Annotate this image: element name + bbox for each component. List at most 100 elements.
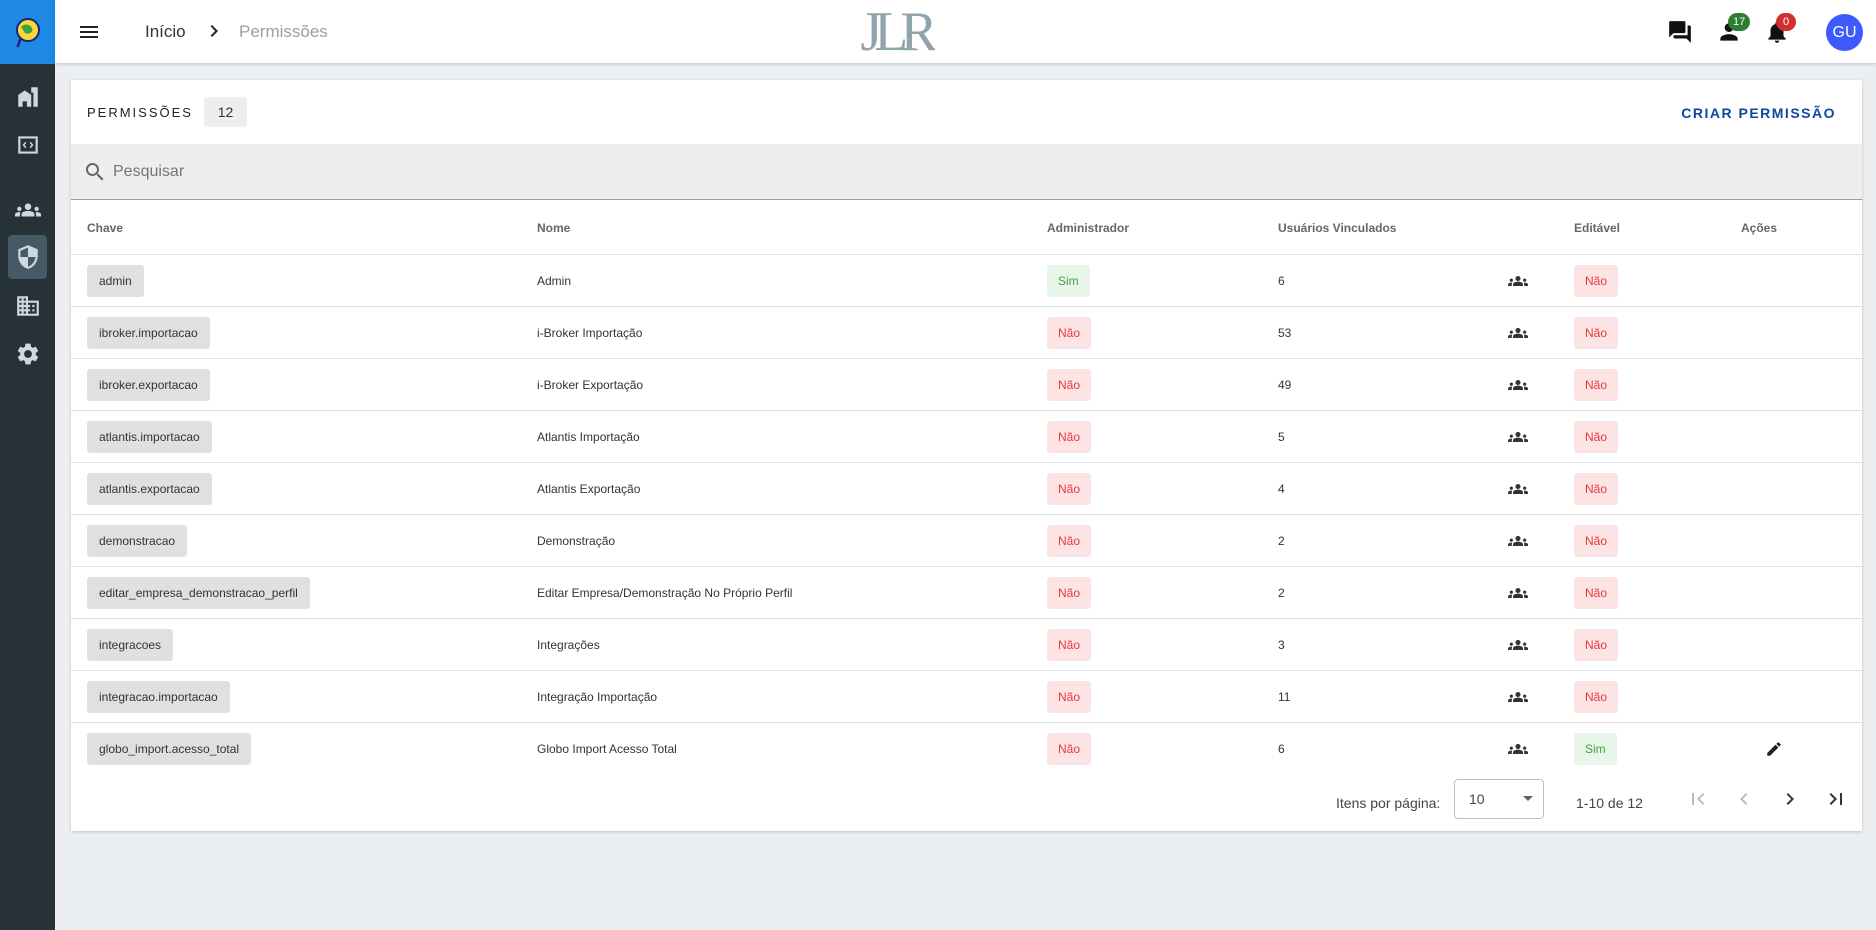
edit-icon[interactable] (1765, 723, 1783, 775)
table-row[interactable]: integracao.importacao Integração Importa… (71, 671, 1862, 723)
first-page-button[interactable] (1686, 787, 1710, 811)
business-icon (16, 296, 39, 316)
permission-name: Atlantis Importação (537, 430, 640, 444)
admin-status-chip: Não (1047, 629, 1092, 661)
group-icon[interactable] (1508, 515, 1528, 567)
group-icon[interactable] (1508, 671, 1528, 723)
editable-status-chip: Não (1574, 525, 1619, 557)
permission-name: Globo Import Acesso Total (537, 742, 677, 756)
linked-users-count: 6 (1278, 274, 1285, 288)
caret-down-icon (1523, 796, 1533, 801)
chevron-right-icon (1786, 793, 1794, 805)
permission-key-chip: ibroker.importacao (87, 317, 210, 349)
column-header-admin[interactable]: Administrador (1047, 221, 1129, 235)
linked-users-count: 49 (1278, 378, 1292, 392)
table-row[interactable]: ibroker.exportacao i-Broker Exportação N… (71, 359, 1862, 411)
admin-status-chip: Não (1047, 681, 1092, 713)
linked-users-count: 2 (1278, 586, 1285, 600)
linked-users-count: 5 (1278, 430, 1285, 444)
permission-name: Integração Importação (537, 690, 658, 704)
group-icon[interactable] (1508, 567, 1528, 619)
last-page-button[interactable] (1824, 787, 1848, 811)
brand-logo: JLR (860, 1, 935, 62)
permission-name: i-Broker Exportação (537, 378, 644, 392)
page-range-label: 1-10 de 12 (1576, 795, 1643, 811)
permission-key-chip: editar_empresa_demonstracao_perfil (87, 577, 310, 609)
table-row[interactable]: atlantis.exportacao Atlantis Exportação … (71, 463, 1862, 515)
items-per-page-label: Itens por página: (1336, 795, 1441, 811)
search-icon (83, 160, 107, 184)
sidebar-item-permissions[interactable] (8, 235, 47, 279)
column-header-editable[interactable]: Editável (1574, 221, 1620, 235)
sidebar-item-companies[interactable] (8, 284, 47, 328)
table-row[interactable]: admin Admin Sim 6 Não (71, 255, 1862, 307)
forum-icon (1669, 21, 1691, 43)
admin-status-chip: Não (1047, 525, 1092, 557)
admin-status-chip: Não (1047, 317, 1092, 349)
table-header: Chave Nome Administrador Usuários Vincul… (71, 201, 1862, 255)
notifications-button[interactable]: 0 (1764, 13, 1796, 45)
table-row[interactable]: ibroker.importacao i-Broker Importação N… (71, 307, 1862, 359)
table-row[interactable]: atlantis.importacao Atlantis Importação … (71, 411, 1862, 463)
sidebar-item-settings[interactable] (8, 332, 47, 376)
linked-users-count: 53 (1278, 326, 1292, 340)
column-header-name[interactable]: Nome (537, 221, 570, 235)
editable-status-chip: Não (1574, 473, 1619, 505)
group-icon[interactable] (1508, 619, 1528, 671)
editable-status-chip: Não (1574, 681, 1619, 713)
admin-status-chip: Não (1047, 421, 1092, 453)
table-row[interactable]: globo_import.acesso_total Globo Import A… (71, 723, 1862, 775)
permissions-card: PERMISSÕES 12 CRIAR PERMISSÃO Chave Nome… (71, 80, 1862, 831)
table-row[interactable]: integracoes Integrações Não 3 Não (71, 619, 1862, 671)
editable-status-chip: Não (1574, 577, 1619, 609)
editable-status-chip: Não (1574, 265, 1619, 297)
items-per-page-value: 10 (1469, 791, 1485, 807)
sidebar-item-code[interactable] (8, 123, 47, 167)
avatar[interactable]: GU (1826, 14, 1863, 51)
count-badge: 12 (204, 97, 247, 127)
column-header-users[interactable]: Usuários Vinculados (1278, 221, 1396, 235)
linked-users-count: 11 (1278, 690, 1291, 704)
items-per-page-select[interactable]: 10 (1454, 779, 1544, 819)
table-row[interactable]: editar_empresa_demonstracao_perfil Edita… (71, 567, 1862, 619)
editable-status-chip: Não (1574, 629, 1619, 661)
globe-logo-icon (15, 18, 40, 48)
chat-button[interactable] (1667, 19, 1693, 45)
admin-status-chip: Não (1047, 369, 1092, 401)
table-row[interactable]: demonstracao Demonstração Não 2 Não (71, 515, 1862, 567)
group-icon[interactable] (1508, 255, 1528, 307)
editable-status-chip: Não (1574, 317, 1619, 349)
group-icon[interactable] (1508, 307, 1528, 359)
previous-page-button[interactable] (1732, 787, 1756, 811)
next-page-button[interactable] (1778, 787, 1802, 811)
group-icon[interactable] (1508, 411, 1528, 463)
breadcrumb-home[interactable]: Início (145, 22, 186, 42)
group-icon[interactable] (1508, 463, 1528, 515)
editable-status-chip: Não (1574, 421, 1619, 453)
permission-key-chip: ibroker.exportacao (87, 369, 210, 401)
menu-button[interactable] (77, 20, 101, 44)
search-input[interactable] (113, 154, 1813, 190)
column-header-key[interactable]: Chave (87, 221, 123, 235)
sidebar (0, 0, 55, 930)
page-title: PERMISSÕES (87, 105, 193, 120)
contacts-badge: 17 (1728, 13, 1751, 31)
permission-name: i-Broker Importação (537, 326, 643, 340)
group-icon[interactable] (1508, 723, 1528, 775)
group-icon[interactable] (1508, 359, 1528, 411)
sidebar-item-users[interactable] (8, 188, 47, 232)
hamburger-icon (80, 26, 98, 38)
top-bar: Início Permissões JLR 17 0 GU (55, 0, 1876, 64)
linked-users-count: 4 (1278, 482, 1285, 496)
permission-name: Editar Empresa/Demonstração No Próprio P… (537, 586, 793, 600)
create-permission-button[interactable]: CRIAR PERMISSÃO (1681, 105, 1836, 121)
contacts-button[interactable]: 17 (1716, 13, 1751, 45)
shield-icon (17, 245, 38, 269)
sidebar-item-dashboard[interactable] (8, 75, 47, 119)
admin-status-chip: Sim (1047, 265, 1090, 297)
last-page-icon (1829, 793, 1842, 805)
table-body: admin Admin Sim 6 Não ibroker.importacao… (71, 255, 1862, 775)
code-window-icon (17, 136, 38, 154)
app-logo[interactable] (0, 0, 55, 64)
linked-users-count: 2 (1278, 534, 1285, 548)
